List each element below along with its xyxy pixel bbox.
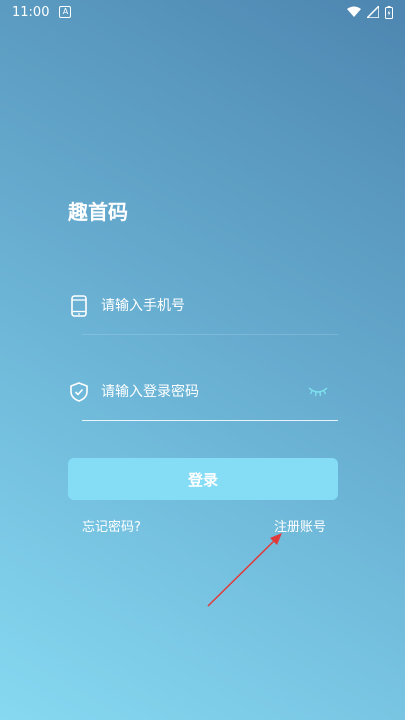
annotation-arrow (207, 533, 282, 607)
